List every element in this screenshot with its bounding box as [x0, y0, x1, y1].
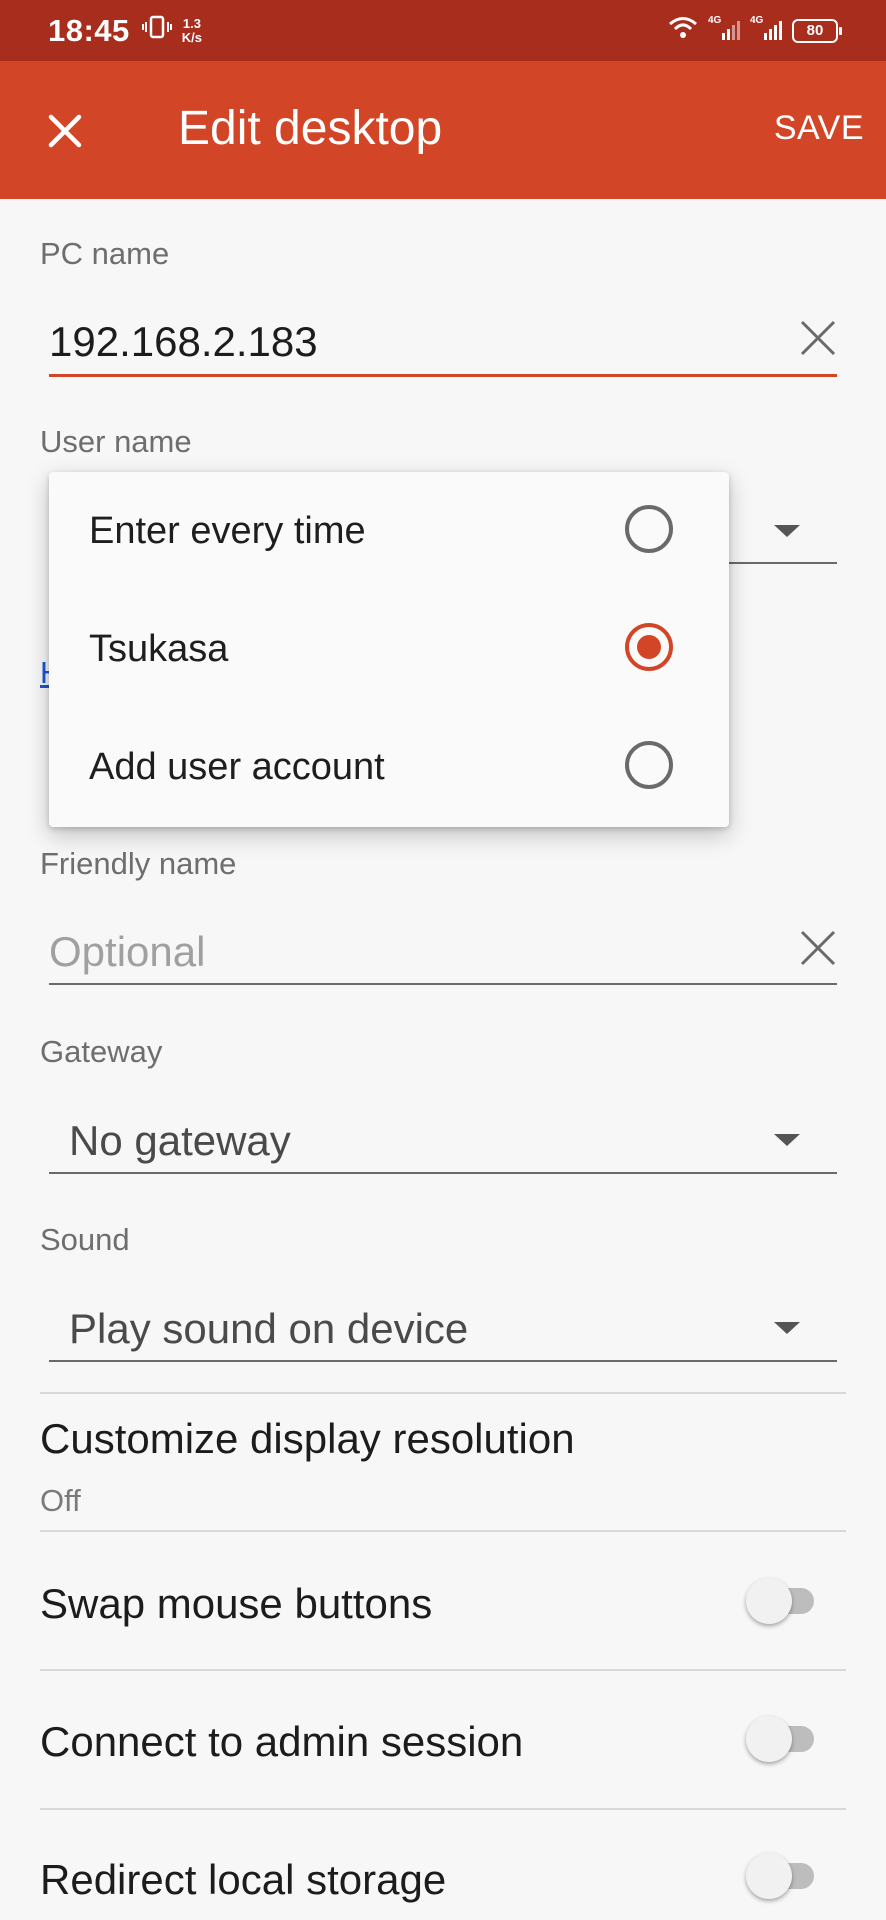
pc-name-clear-icon[interactable] [798, 318, 838, 358]
signal-icon-2: 4G [750, 15, 782, 40]
sound-dropdown[interactable]: Play sound on device [69, 1305, 468, 1353]
signal-label-2: 4G [750, 15, 764, 26]
battery-icon: 80 [792, 18, 842, 43]
admin-session-label: Connect to admin session [40, 1718, 524, 1765]
divider [40, 1669, 846, 1671]
divider [40, 1392, 846, 1394]
menu-item-tsukasa[interactable]: Tsukasa [49, 590, 729, 708]
user-name-label: User name [40, 424, 192, 459]
app-bar: Edit desktop SAVE [0, 61, 886, 199]
vibrate-icon [141, 14, 172, 47]
divider [40, 1808, 846, 1810]
network-speed-value: 1.3 [182, 15, 201, 31]
save-button[interactable]: SAVE [774, 109, 864, 148]
swap-mouse-label: Swap mouse buttons [40, 1580, 433, 1627]
menu-item-label: Tsukasa [89, 628, 229, 670]
signal-icon-1: 4G [708, 15, 740, 40]
pc-name-label: PC name [40, 236, 170, 271]
friendly-name-label: Friendly name [40, 846, 237, 881]
display-resolution-value: Off [40, 1483, 81, 1518]
radio-selected-icon[interactable] [625, 623, 673, 671]
page-title: Edit desktop [178, 102, 443, 155]
network-speed: 1.3 K/s [181, 15, 203, 45]
radio-unselected-icon[interactable] [625, 505, 673, 553]
admin-session-toggle[interactable] [746, 1712, 818, 1764]
gateway-dropdown[interactable]: No gateway [69, 1117, 291, 1165]
swap-mouse-toggle[interactable] [746, 1574, 818, 1626]
sound-underline [49, 1360, 837, 1362]
status-bar: 18:45 1.3 K/s 4G 4G 80 [0, 0, 886, 61]
menu-item-label: Add user account [89, 746, 385, 788]
wifi-icon [668, 16, 698, 45]
status-time: 18:45 [48, 12, 130, 48]
display-resolution-item[interactable]: Customize display resolution [40, 1415, 575, 1463]
pc-name-input[interactable]: 192.168.2.183 [49, 318, 318, 366]
gateway-underline [49, 1172, 837, 1174]
network-speed-unit: K/s [181, 29, 203, 45]
friendly-name-underline [49, 983, 837, 985]
friendly-name-input[interactable]: Optional [49, 928, 205, 976]
close-icon[interactable] [40, 106, 90, 156]
gateway-label: Gateway [40, 1034, 163, 1069]
friendly-name-clear-icon[interactable] [798, 928, 838, 968]
pc-name-underline [49, 374, 837, 377]
menu-item-add-user-account[interactable]: Add user account [49, 708, 729, 826]
signal-label-1: 4G [708, 15, 722, 26]
radio-unselected-icon[interactable] [625, 741, 673, 789]
user-name-chevron-down-icon[interactable] [774, 525, 800, 537]
redirect-storage-toggle[interactable] [746, 1849, 818, 1901]
menu-item-enter-every-time[interactable]: Enter every time [49, 472, 729, 590]
sound-chevron-down-icon[interactable] [774, 1322, 800, 1334]
redirect-storage-label: Redirect local storage [40, 1856, 447, 1903]
menu-item-label: Enter every time [89, 510, 366, 552]
battery-level: 80 [806, 22, 824, 39]
user-account-menu: Enter every time Tsukasa Add user accoun… [49, 472, 729, 827]
divider [40, 1530, 846, 1532]
gateway-chevron-down-icon[interactable] [774, 1134, 800, 1146]
status-icons: 4G 4G 80 [668, 15, 842, 45]
sound-label: Sound [40, 1222, 130, 1257]
